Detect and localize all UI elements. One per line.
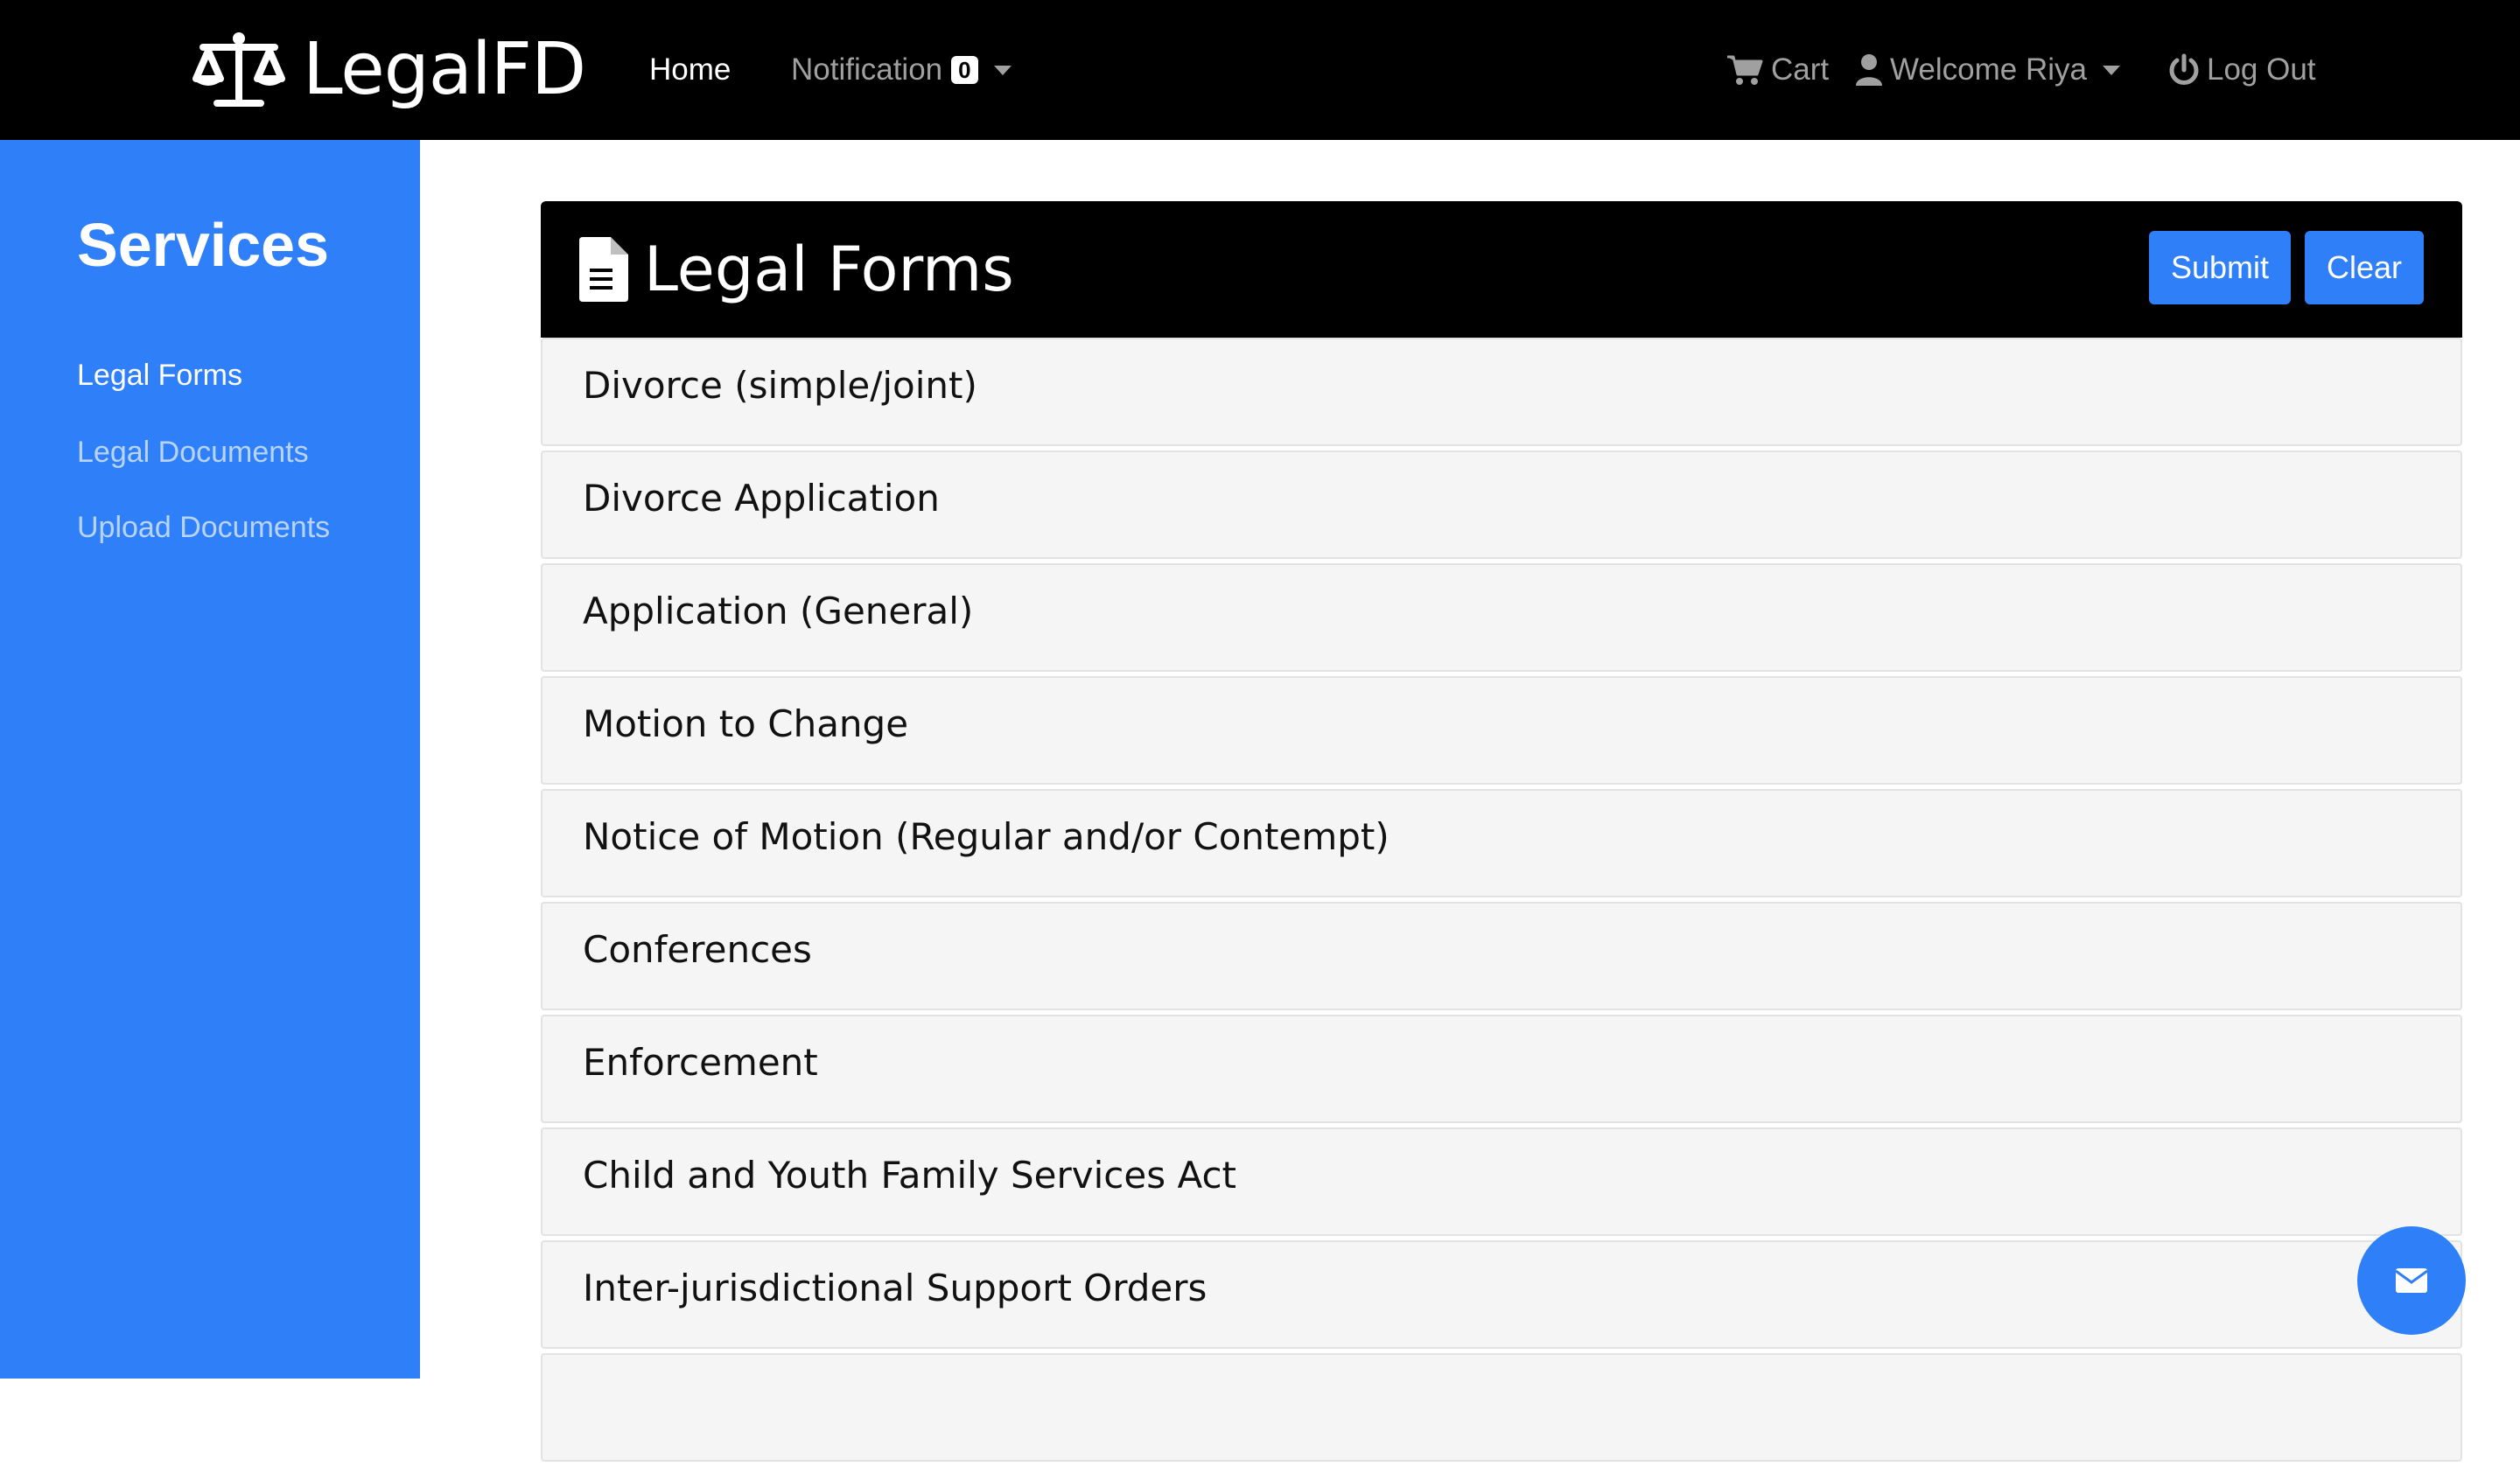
legal-forms-list: Divorce (simple/joint) Divorce Applicati… <box>541 338 2462 1466</box>
list-item[interactable]: Child and Youth Family Services Act <box>541 1127 2462 1236</box>
list-item[interactable]: Conferences <box>541 902 2462 1010</box>
list-item[interactable]: Enforcement <box>541 1015 2462 1123</box>
envelope-icon <box>2395 1268 2428 1293</box>
nav-logout-link[interactable]: Log Out <box>2168 45 2316 94</box>
cart-icon <box>1727 55 1763 85</box>
list-item[interactable] <box>541 1353 2462 1462</box>
list-item[interactable]: Application (General) <box>541 563 2462 672</box>
list-item-label: Inter-jurisdictional Support Orders <box>583 1267 1208 1309</box>
notification-count-badge: 0 <box>951 55 978 85</box>
legal-forms-panel-header: Legal Forms Submit Clear <box>541 201 2462 338</box>
list-item-label: Divorce (simple/joint) <box>583 364 977 407</box>
sidebar-item-legal-documents[interactable]: Legal Documents <box>77 436 309 470</box>
list-item-label: Enforcement <box>583 1041 818 1084</box>
nav-home-link[interactable]: Home <box>649 45 731 94</box>
top-navbar: LegalFD Home Notification 0 Cart Welcome… <box>0 0 2520 140</box>
list-item[interactable]: Divorce Application <box>541 450 2462 559</box>
brand-logo-link[interactable]: LegalFD <box>191 24 586 115</box>
nav-cart-link[interactable]: Cart <box>1726 45 1829 94</box>
list-item[interactable]: Inter-jurisdictional Support Orders <box>541 1240 2462 1349</box>
list-item-label: Divorce Application <box>583 477 940 520</box>
list-item-label: Application (General) <box>583 590 974 632</box>
list-item-label: Conferences <box>583 928 812 971</box>
nav-user-label: Welcome Riya <box>1890 52 2087 87</box>
document-icon <box>579 237 628 302</box>
nav-notification-dropdown[interactable]: Notification 0 <box>791 45 1012 94</box>
page-title-text: Legal Forms <box>644 234 1014 305</box>
list-item-label: Notice of Motion (Regular and/or Contemp… <box>583 815 1390 858</box>
power-icon <box>2169 53 2199 85</box>
nav-logout-label: Log Out <box>2207 52 2316 87</box>
sidebar-item-upload-documents[interactable]: Upload Documents <box>77 511 330 545</box>
nav-notification-label: Notification <box>791 52 943 87</box>
services-sidebar: Services Legal Forms Legal Documents Upl… <box>0 140 420 1379</box>
page-title: Legal Forms <box>579 227 1014 311</box>
sidebar-item-legal-forms[interactable]: Legal Forms <box>77 359 242 393</box>
nav-home-label: Home <box>649 52 732 87</box>
user-icon <box>1856 54 1882 86</box>
list-item[interactable]: Motion to Change <box>541 676 2462 785</box>
list-item[interactable]: Notice of Motion (Regular and/or Contemp… <box>541 789 2462 897</box>
list-item[interactable]: Divorce (simple/joint) <box>541 338 2462 446</box>
chevron-down-icon <box>2102 65 2120 75</box>
nav-user-dropdown[interactable]: Welcome Riya <box>1855 45 2120 94</box>
message-fab-button[interactable] <box>2357 1226 2466 1335</box>
submit-button[interactable]: Submit <box>2149 231 2291 304</box>
chevron-down-icon <box>993 65 1012 75</box>
nav-cart-label: Cart <box>1771 52 1830 87</box>
scales-icon <box>192 32 285 107</box>
sidebar-title: Services <box>77 211 330 279</box>
clear-button[interactable]: Clear <box>2305 231 2424 304</box>
brand-name: LegalFD <box>303 28 586 111</box>
list-item-label: Motion to Change <box>583 702 909 745</box>
list-item-label: Child and Youth Family Services Act <box>583 1154 1236 1197</box>
